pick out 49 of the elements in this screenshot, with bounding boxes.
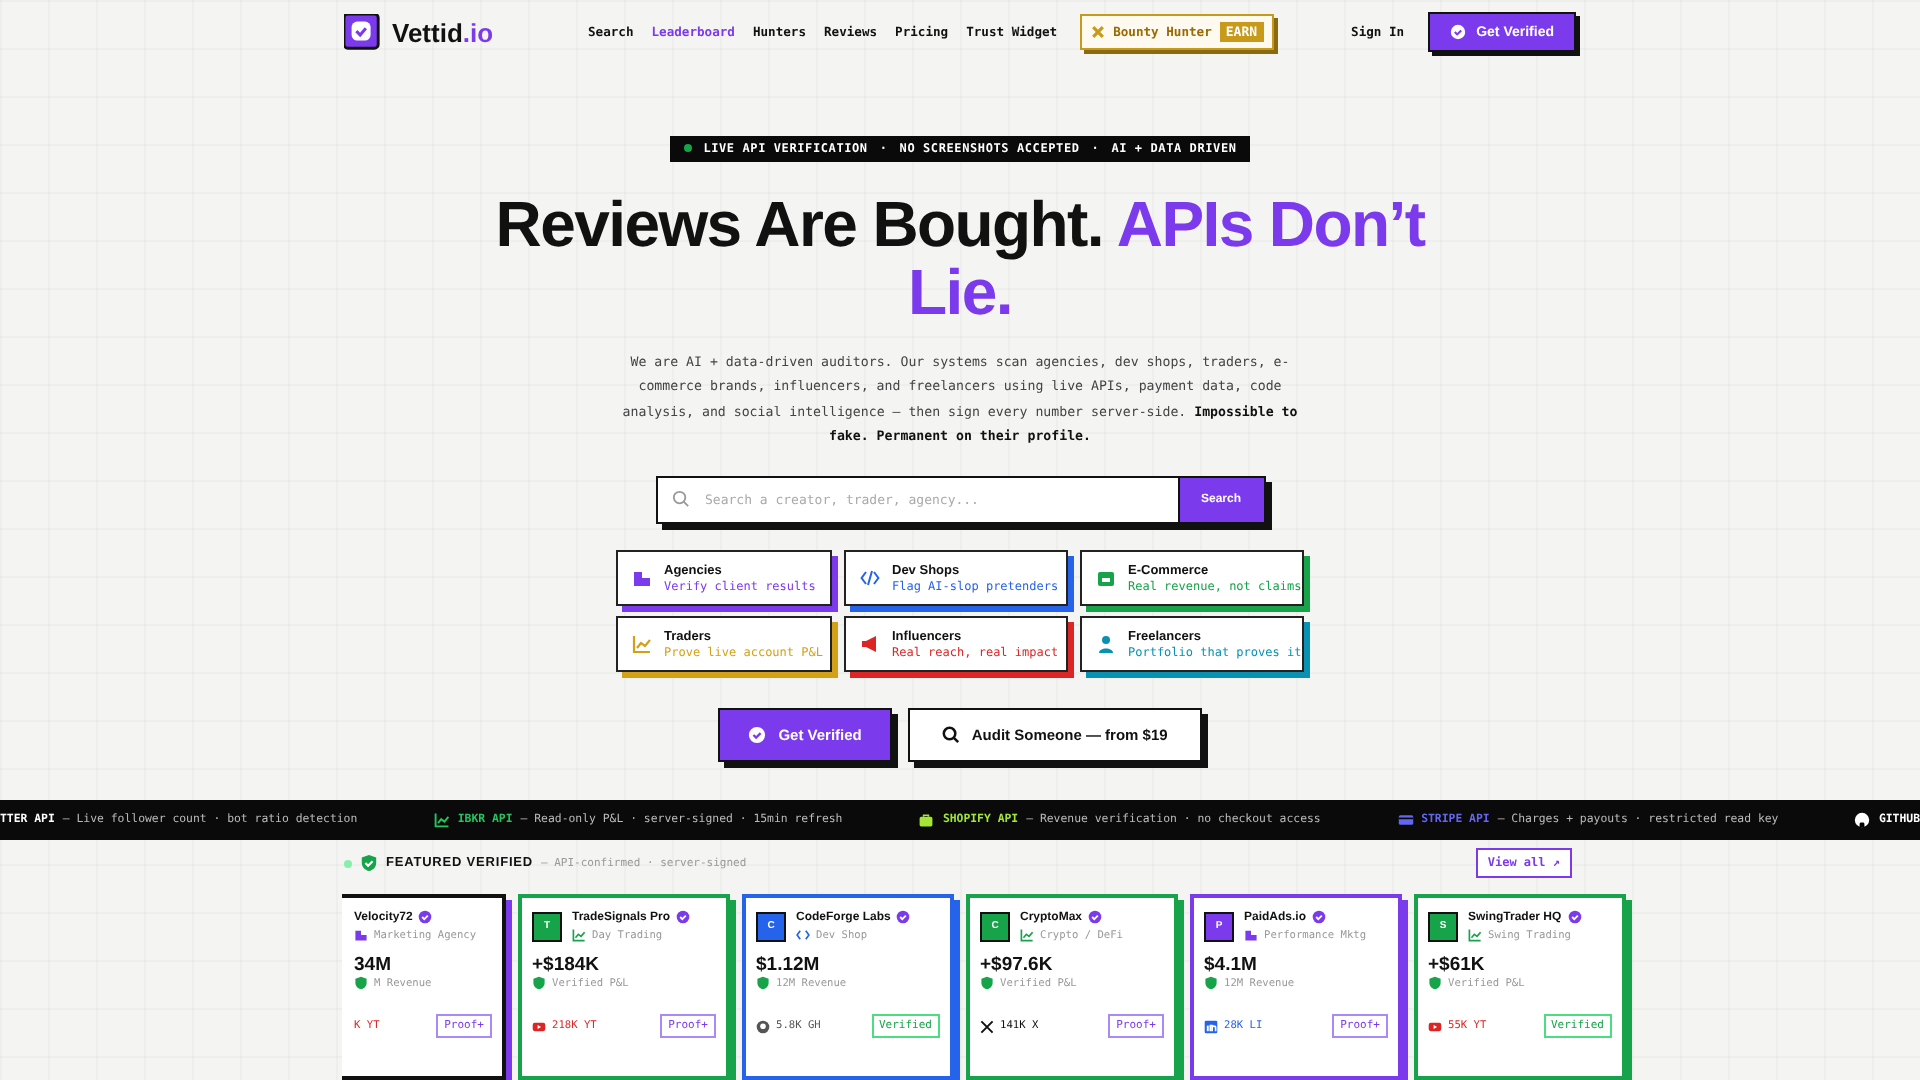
bag-icon (918, 812, 935, 829)
shield-icon (532, 976, 546, 990)
credit-card-icon (1397, 812, 1414, 829)
brand-domain[interactable]: .io (462, 17, 494, 48)
profile-value: $4.1M (1204, 954, 1259, 976)
chart-icon (1020, 928, 1034, 942)
person-icon (1096, 634, 1116, 655)
status-dot (344, 859, 352, 867)
code-icon (860, 568, 880, 589)
search-icon (671, 490, 689, 509)
shield-icon (354, 976, 368, 990)
status-dot (683, 144, 692, 153)
verified-badge-icon (1567, 910, 1582, 924)
verified-badge-icon (896, 910, 911, 924)
logo-icon[interactable] (344, 13, 382, 52)
video-play-icon (532, 1019, 546, 1033)
check-circle-icon (748, 726, 767, 745)
shield-icon (1204, 976, 1218, 990)
shield-icon (980, 976, 994, 990)
video-play-icon (1428, 1019, 1442, 1033)
chart-icon (572, 928, 586, 942)
check-circle-icon (1450, 24, 1467, 41)
chart-icon (433, 812, 450, 829)
shield-icon (1428, 976, 1442, 990)
search-icon (941, 726, 960, 745)
cross-icon (1089, 24, 1106, 41)
chart-icon (1468, 928, 1482, 942)
linkedin-icon (1204, 1019, 1218, 1033)
verified-badge-icon (418, 910, 433, 924)
profile-value: +$97.6K (980, 954, 1055, 976)
building-icon (632, 568, 652, 589)
profile-value: $1.12M (756, 954, 822, 976)
store-icon (1096, 568, 1116, 589)
verified-badge-icon (1312, 910, 1327, 924)
profile-value: +$61K (1428, 954, 1487, 976)
megaphone-icon (860, 634, 880, 655)
building-icon (354, 928, 368, 942)
x-icon (980, 1019, 994, 1033)
headline: Reviews Are Bought. APIs Don’t Lie. (493, 189, 1428, 326)
verified-badge-icon (1088, 910, 1103, 924)
shield-icon (756, 976, 770, 990)
code-icon (796, 928, 810, 942)
chart-icon (632, 634, 652, 655)
shield-icon (360, 854, 378, 872)
brand-name[interactable]: Vettid (392, 17, 463, 48)
profile-value: +$184K (532, 954, 602, 976)
building-icon (1244, 928, 1258, 942)
profile-value: 34M (354, 954, 393, 976)
verified-badge-icon (676, 910, 691, 924)
